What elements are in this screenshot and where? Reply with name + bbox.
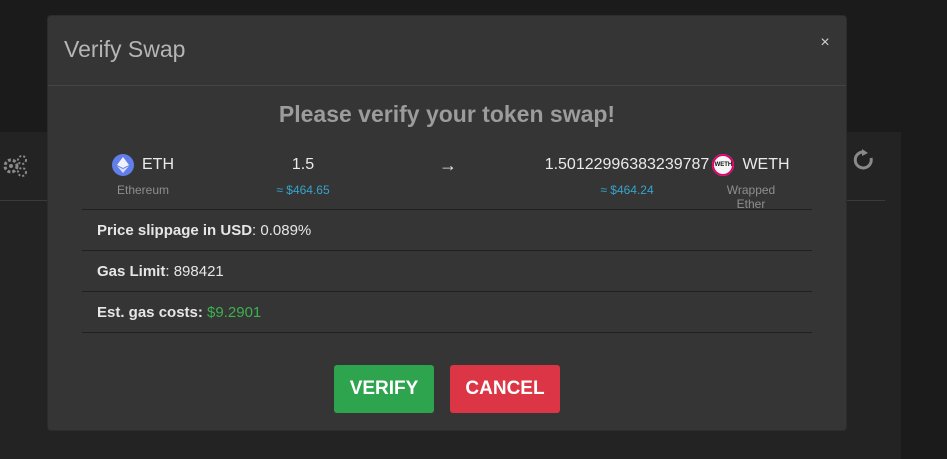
to-token-symbol: WETH [742,156,790,173]
gas-limit-row: Gas Limit : 898421 [82,251,812,292]
verify-heading: Please verify your token swap! [278,101,616,127]
weth-icon: WETH [712,154,735,176]
verify-swap-dialog: Verify Swap × Please verify your token s… [48,16,846,430]
from-token: ETH Ethereum [112,153,174,197]
gas-cost-value: $9.2901 [207,303,262,321]
verify-button[interactable]: VERIFY [334,365,434,413]
from-token-name: Ethereum [116,183,170,197]
to-amount: 1.50122996383239787 ≈ $464.24 [522,153,732,197]
arrow-right-icon: → [439,155,457,175]
settings-icon [3,155,27,177]
from-amount-value: 1.5 [291,156,315,173]
swap-details: Price slippage in USD : 0.089% Gas Limit… [82,209,812,333]
ethereum-icon [112,154,134,176]
from-token-symbol: ETH [142,156,174,173]
background-toolbar-left [3,152,29,178]
to-amount-value: 1.50122996383239787 [544,156,710,173]
modal-header: Verify Swap × [48,16,846,86]
modal-title: Verify Swap [64,36,186,62]
gas-limit-label: Gas Limit [97,262,166,280]
gas-cost-row: Est. gas costs: $9.2901 [82,292,812,333]
slippage-row: Price slippage in USD : 0.089% [82,210,812,251]
cancel-button[interactable]: CANCEL [450,365,560,413]
slippage-label: Price slippage in USD [97,221,253,239]
to-token: WETH WETH Wrapped Ether [712,153,790,211]
from-amount-usd: ≈ $464.65 [276,183,330,197]
slippage-value: : 0.089% [252,221,312,239]
weth-icon-text: WETH [714,162,733,168]
from-amount: 1.5 ≈ $464.65 [268,153,338,197]
gas-limit-value: : 898421 [165,262,224,280]
to-amount-usd: ≈ $464.24 [600,183,654,197]
swap-summary: ETH Ethereum 1.5 ≈ $464.65 → 1.501229963… [82,153,812,211]
gas-cost-label: Est. gas costs: [97,303,203,321]
to-token-name: Wrapped Ether [726,183,776,211]
close-icon[interactable]: × [818,35,832,51]
